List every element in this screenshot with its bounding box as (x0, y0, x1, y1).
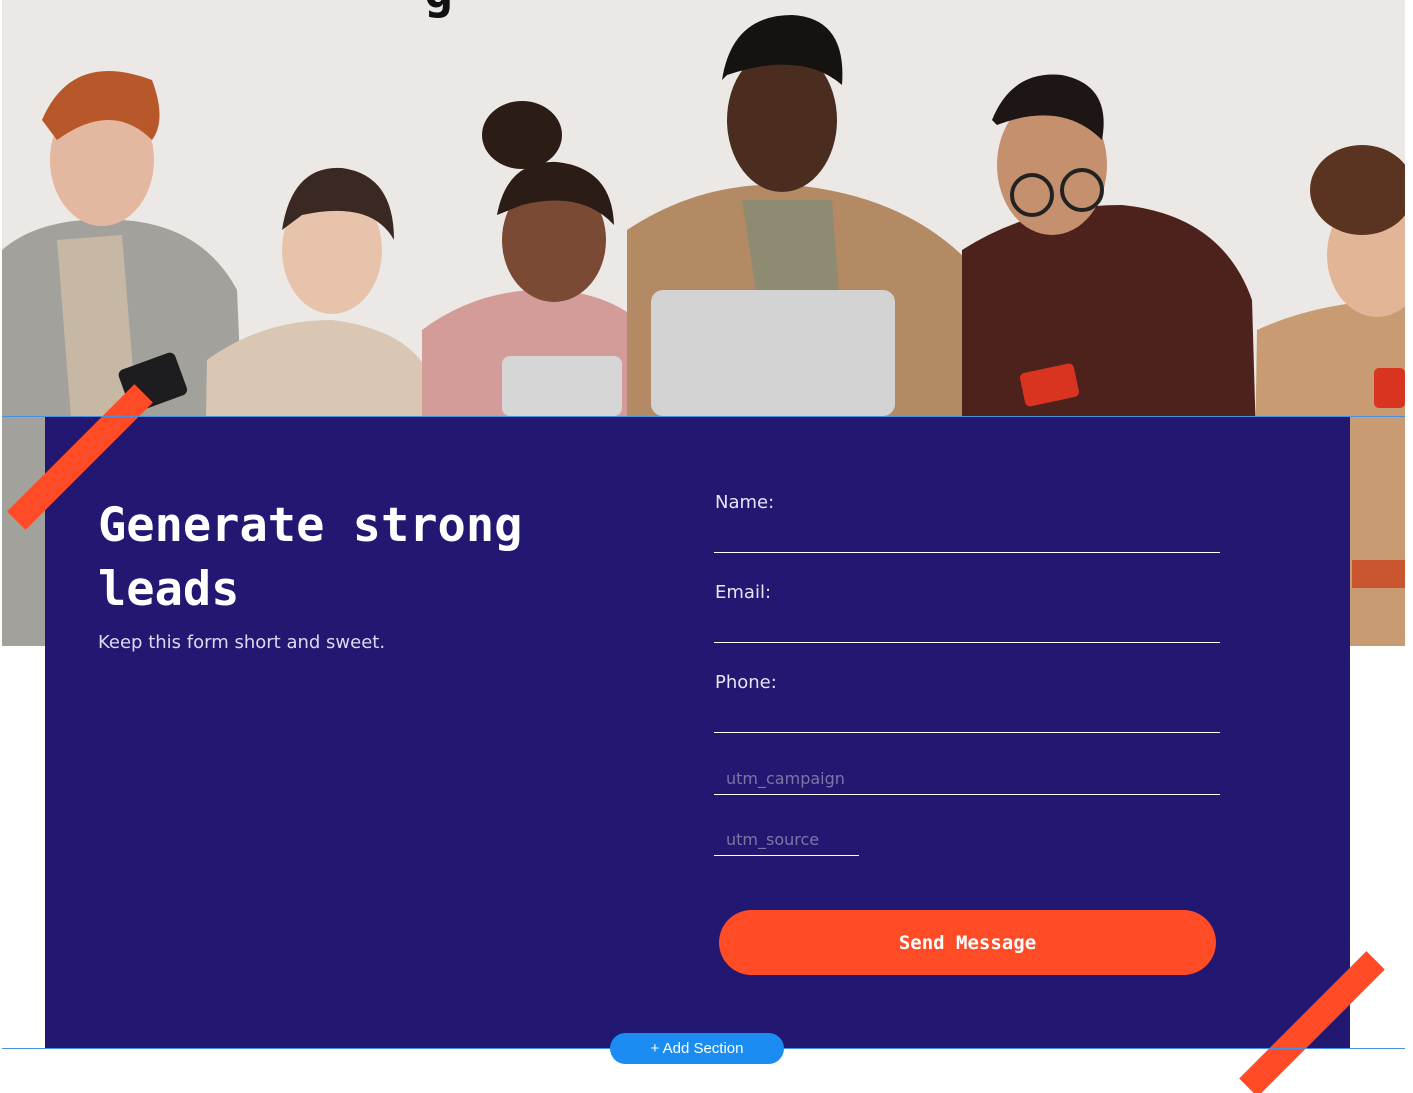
add-section-button[interactable]: + Add Section (610, 1033, 784, 1064)
utm-campaign-field[interactable] (714, 762, 1220, 795)
name-field[interactable] (714, 516, 1224, 554)
email-field[interactable] (714, 606, 1224, 644)
form-title: Generate strong leads (98, 498, 523, 617)
heading-fragment: g (424, 0, 453, 20)
name-field-underline (714, 552, 1220, 553)
email-label: Email: (715, 582, 772, 603)
section-guide-top (2, 416, 1405, 417)
phone-field-underline (714, 732, 1220, 733)
utm-source-field[interactable] (714, 823, 859, 856)
phone-field[interactable] (714, 696, 1224, 734)
send-message-button[interactable]: Send Message (719, 910, 1216, 975)
email-field-underline (714, 642, 1220, 643)
form-subtitle: Keep this form short and sweet. (98, 632, 386, 653)
phone-label: Phone: (715, 672, 777, 693)
page-canvas: g Generate strong leads Keep this form s… (0, 0, 1413, 1093)
name-label: Name: (715, 492, 775, 513)
